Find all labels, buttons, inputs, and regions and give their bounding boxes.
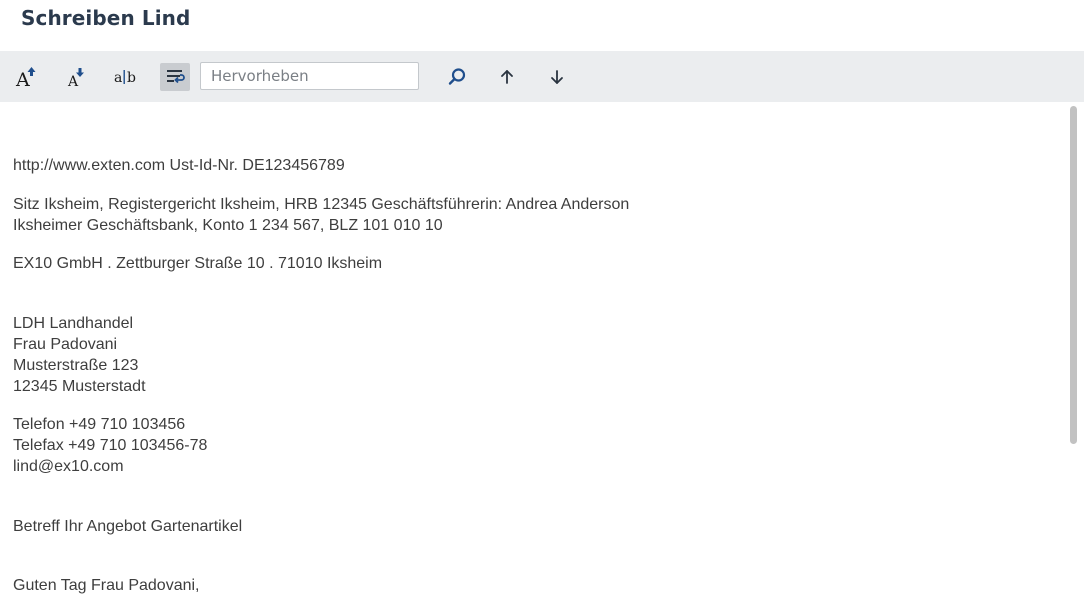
company-web-line: http://www.exten.com Ust-Id-Nr. DE123456… <box>13 157 345 174</box>
sender-line: EX10 GmbH . Zettburger Straße 10 . 71010… <box>13 255 383 272</box>
previous-match-button[interactable] <box>492 63 522 91</box>
word-wrap-button[interactable] <box>160 63 190 91</box>
font-size-decrease-icon: A <box>67 68 84 89</box>
contact-fax: Telefax +49 710 103456-78 <box>13 437 208 454</box>
word-wrap-icon <box>167 70 185 84</box>
decrease-font-size-button[interactable]: A <box>60 63 90 91</box>
company-registry-block: Sitz Iksheim, Registergericht Iksheim, H… <box>13 194 629 236</box>
search-button[interactable] <box>442 63 472 91</box>
title-bar: Schreiben Lind <box>0 0 1084 50</box>
text-compare-button[interactable]: a b <box>110 63 140 91</box>
highlight-search-input[interactable] <box>200 62 419 90</box>
svg-text:A: A <box>67 74 79 89</box>
svg-text:b: b <box>127 70 136 86</box>
window-title: Schreiben Lind <box>21 6 191 30</box>
recipient-name: Frau Padovani <box>13 336 118 353</box>
font-size-increase-icon: A <box>15 67 36 89</box>
arrow-up-icon <box>501 70 513 84</box>
recipient-company: LDH Landhandel <box>13 315 134 332</box>
greeting-line: Guten Tag Frau Padovani, <box>13 577 200 594</box>
contact-email: lind@ex10.com <box>13 458 124 475</box>
recipient-street: Musterstraße 123 <box>13 357 139 374</box>
document-view[interactable]: http://www.exten.com Ust-Id-Nr. DE123456… <box>0 102 1066 601</box>
subject-line: Betreff Ihr Angebot Gartenartikel <box>13 518 243 535</box>
contact-block: Telefon +49 710 103456 Telefax +49 710 1… <box>13 414 207 477</box>
recipient-city: 12345 Musterstadt <box>13 378 146 395</box>
next-match-button[interactable] <box>542 63 572 91</box>
company-bank-line: Iksheimer Geschäftsbank, Konto 1 234 567… <box>13 217 443 234</box>
scrollbar-thumb[interactable] <box>1070 106 1077 444</box>
svg-text:a: a <box>114 70 122 86</box>
company-registry-line: Sitz Iksheim, Registergericht Iksheim, H… <box>13 196 630 213</box>
increase-font-size-button[interactable]: A <box>11 63 41 91</box>
recipient-address: LDH Landhandel Frau Padovani Musterstraß… <box>13 313 146 397</box>
toolbar: A A a b <box>0 51 1084 102</box>
contact-phone: Telefon +49 710 103456 <box>13 416 186 433</box>
text-separator-icon: a b <box>114 70 136 86</box>
arrow-down-icon <box>551 70 563 84</box>
vertical-scrollbar[interactable] <box>1066 102 1084 601</box>
magnifier-icon <box>448 68 466 85</box>
